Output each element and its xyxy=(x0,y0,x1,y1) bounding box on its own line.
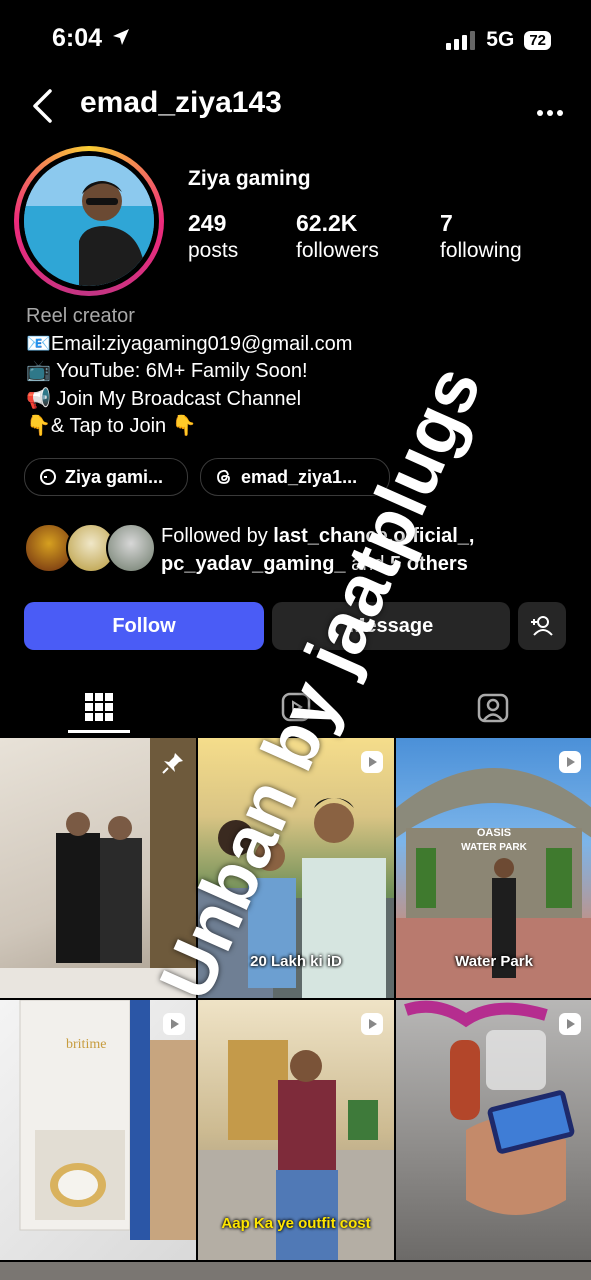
broadcast-channel-link[interactable]: Ziya gami... xyxy=(24,458,188,496)
profile-avatar[interactable] xyxy=(14,146,164,296)
active-tab-indicator xyxy=(68,730,130,733)
reel-icon xyxy=(559,751,581,773)
mutual-others[interactable]: 5 others xyxy=(390,553,468,575)
followed-by-and: and xyxy=(345,553,391,575)
grid-post-4[interactable]: britime xyxy=(0,1000,196,1260)
bio-line: 📢 Join My Broadcast Channel xyxy=(26,387,302,410)
threads-label: emad_ziya1... xyxy=(241,466,358,487)
follow-button[interactable]: Follow xyxy=(24,602,264,650)
threads-link[interactable]: emad_ziya1... xyxy=(200,458,390,496)
profile-username: emad_ziya143 xyxy=(80,86,282,119)
tagged-icon xyxy=(477,693,508,723)
grid-post-5[interactable]: Aap Ka ye outfit cost xyxy=(198,1000,394,1260)
mutual-user-1[interactable]: last_chance.official_, xyxy=(273,525,474,547)
reel-icon xyxy=(559,1013,581,1035)
grid-post-6[interactable] xyxy=(396,1000,591,1260)
stat-posts[interactable]: 249 posts xyxy=(188,210,238,263)
broadcast-channel-label: Ziya gami... xyxy=(65,466,164,487)
reel-icon xyxy=(361,751,383,773)
grid-post-3[interactable]: OASIS WATER PARK Water Park xyxy=(396,738,591,998)
location-arrow-icon xyxy=(113,29,129,45)
post-caption: Aap Ka ye outfit cost xyxy=(221,1215,371,1232)
suggested-users-button[interactable] xyxy=(518,602,566,650)
post-caption: 20 Lakh ki iD xyxy=(250,953,342,970)
tab-posts-grid[interactable] xyxy=(0,680,197,734)
stat-posts-label: posts xyxy=(188,239,239,262)
mutual-user-2[interactable]: pc_yadav_gaming_ xyxy=(161,553,346,575)
stat-followers[interactable]: 62.2K followers xyxy=(296,210,379,263)
more-options-button[interactable] xyxy=(537,92,563,124)
stat-following-value: 7 xyxy=(440,210,453,236)
bio-line: 📺 YouTube: 6M+ Family Soon! xyxy=(26,360,308,382)
reels-icon xyxy=(281,692,310,722)
grid-post-1[interactable] xyxy=(0,738,196,998)
reel-icon xyxy=(361,1013,383,1035)
message-button[interactable]: Message xyxy=(272,602,510,650)
followed-by-prefix: Followed by xyxy=(161,525,274,547)
stat-following[interactable]: 7 following xyxy=(440,210,522,263)
mutual-followers-avatars[interactable] xyxy=(24,523,156,573)
svg-text:WATER PARK: WATER PARK xyxy=(461,842,528,853)
mutual-avatar xyxy=(106,523,156,573)
grid-next-row xyxy=(0,1262,591,1280)
grid-icon xyxy=(84,693,113,721)
post-caption: Water Park xyxy=(455,953,533,970)
stat-followers-label: followers xyxy=(296,239,379,262)
chat-bubble-icon xyxy=(40,469,56,485)
stat-posts-value: 249 xyxy=(188,210,227,236)
status-time: 6:04 xyxy=(52,24,131,53)
profile-display-name: Ziya gaming xyxy=(188,167,311,190)
more-horizontal-icon xyxy=(537,110,563,116)
avatar-photo xyxy=(24,156,154,286)
add-person-icon xyxy=(531,616,553,636)
stat-followers-value: 62.2K xyxy=(296,210,358,236)
tab-tagged[interactable] xyxy=(394,680,591,734)
network-type: 5G xyxy=(486,28,515,51)
stat-following-label: following xyxy=(440,239,522,262)
chevron-left-icon xyxy=(33,89,52,123)
bio-line[interactable]: 📧Email:ziyagaming019@gmail.com xyxy=(26,331,352,359)
bio-line: 👇& Tap to Join 👇 xyxy=(26,415,197,437)
grid-post-2[interactable]: 20 Lakh ki iD xyxy=(198,738,394,998)
tab-reels[interactable] xyxy=(197,680,394,734)
signal-icon xyxy=(446,31,476,50)
profile-category: Reel creator xyxy=(26,305,135,327)
profile-bio: Reel creator 📧Email:ziyagaming019@gmail.… xyxy=(26,303,352,441)
followed-by-text[interactable]: Followed by last_chance.official_, pc_yad… xyxy=(161,522,571,578)
svg-text:britime: britime xyxy=(66,1037,106,1052)
reel-icon xyxy=(163,1013,185,1035)
status-indicators: 5G 72 xyxy=(446,28,551,52)
battery-indicator: 72 xyxy=(524,30,551,50)
back-button[interactable] xyxy=(30,88,56,129)
pinned-icon xyxy=(162,753,183,774)
svg-text:OASIS: OASIS xyxy=(477,827,511,839)
threads-icon xyxy=(217,469,230,484)
